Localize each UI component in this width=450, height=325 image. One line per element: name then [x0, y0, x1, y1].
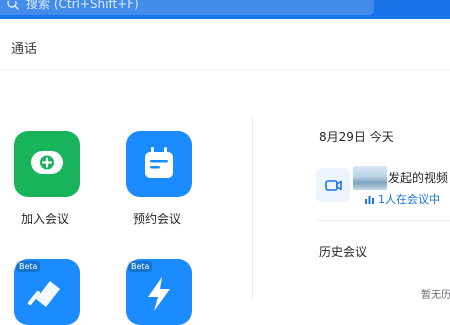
- meeting-participants: 1人在会议中: [378, 193, 440, 206]
- calendar-icon: [145, 147, 173, 178]
- search-icon: [6, 0, 20, 15]
- join-meeting-button[interactable]: [14, 131, 80, 197]
- schedule-meeting-button[interactable]: [126, 131, 192, 197]
- video-camera-icon: [316, 168, 350, 202]
- history-empty-text: 暂无历: [421, 290, 450, 301]
- signal-bars-icon: [364, 194, 375, 204]
- ongoing-meeting-item[interactable]: 发起的视频 1人在会议中: [316, 164, 450, 208]
- history-section-title: 历史会议: [319, 245, 368, 259]
- join-meeting-label: 加入会议: [21, 212, 70, 226]
- page-header: 通话: [0, 19, 450, 70]
- today-date-label: 8月29日 今天: [319, 130, 394, 144]
- section-divider: [316, 220, 450, 221]
- meeting-status: 1人在会议中: [364, 191, 440, 207]
- top-bar: 搜索 (Ctrl+Shift+F): [0, 0, 450, 19]
- column-divider: [252, 116, 253, 300]
- quick-meeting-button[interactable]: Beta: [126, 259, 192, 325]
- page-title: 通话: [11, 42, 38, 57]
- screen-share-button[interactable]: Beta: [14, 259, 80, 325]
- screen-share-icon: [28, 281, 60, 307]
- search-placeholder: 搜索 (Ctrl+Shift+F): [26, 0, 139, 11]
- schedule-meeting-label: 预约会议: [133, 212, 182, 226]
- meeting-title: 发起的视频: [388, 171, 449, 185]
- lightning-icon: [148, 277, 170, 311]
- search-input[interactable]: 搜索 (Ctrl+Shift+F): [0, 0, 374, 15]
- join-meeting-icon: [31, 151, 63, 174]
- meeting-thumbnail: [353, 166, 387, 190]
